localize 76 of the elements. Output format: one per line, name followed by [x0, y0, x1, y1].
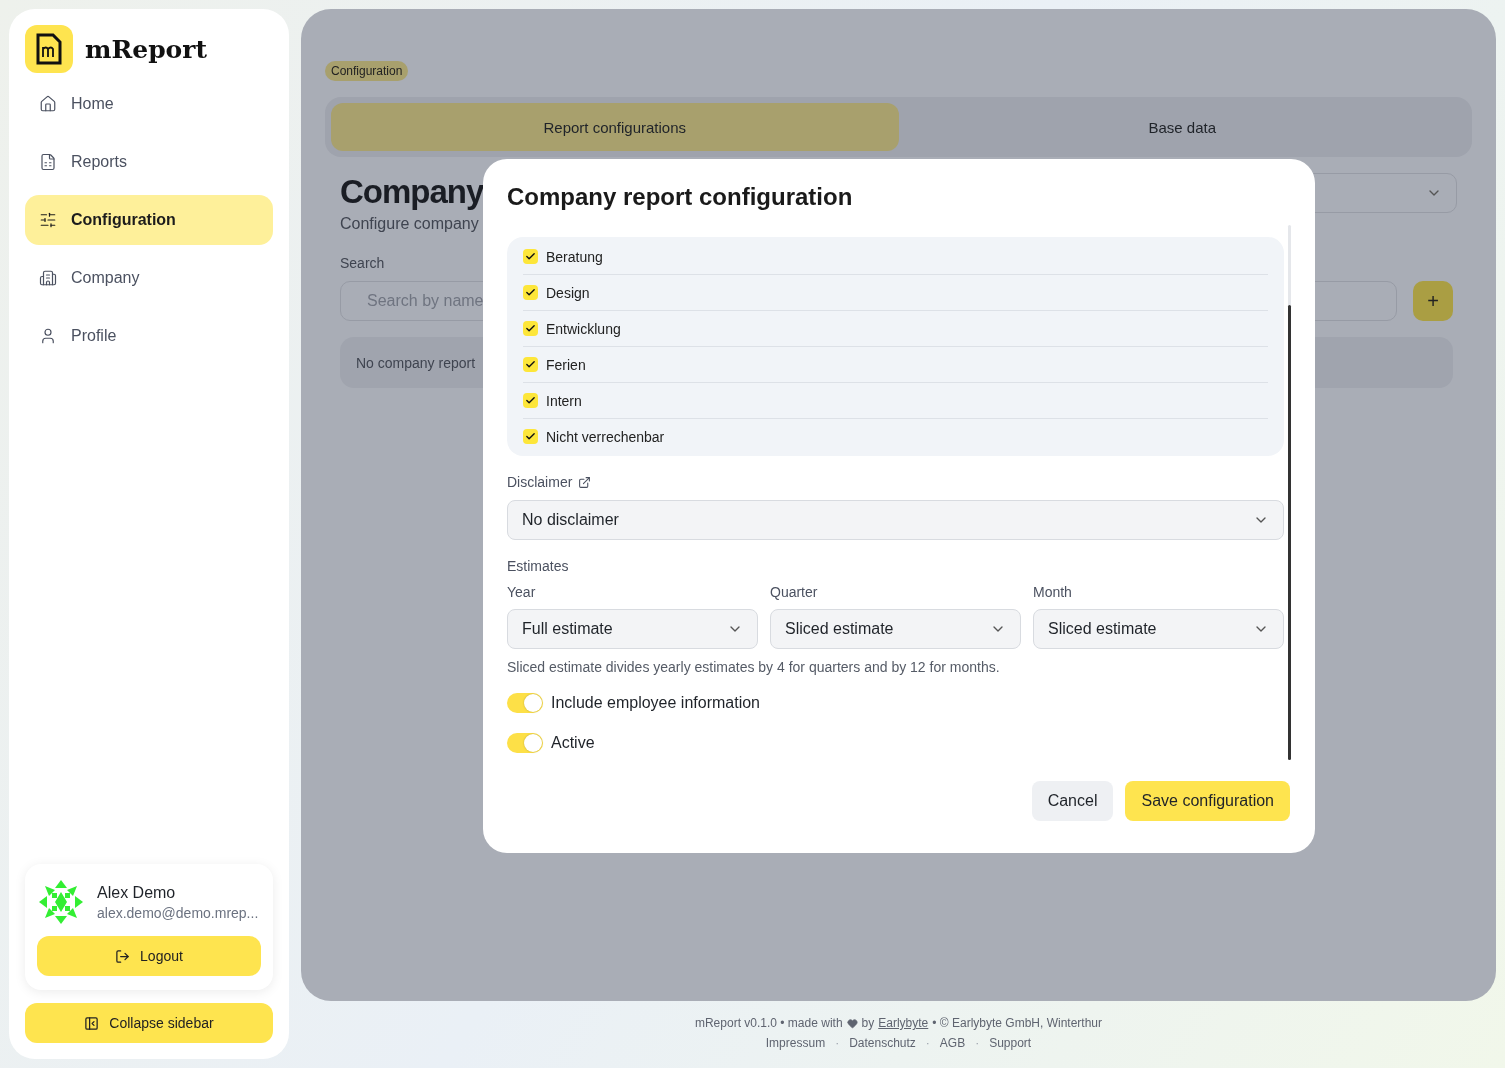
service-label: Entwicklung: [546, 320, 621, 337]
page-subtitle: Configure company: [340, 215, 480, 233]
check-icon: [525, 395, 536, 406]
save-button[interactable]: Save configuration: [1125, 781, 1290, 821]
service-label: Nicht verrechenbar: [546, 428, 665, 445]
footer-text: by: [861, 1016, 875, 1030]
checkbox[interactable]: [523, 321, 538, 336]
author-link[interactable]: Earlybyte: [878, 1016, 929, 1030]
external-link-icon[interactable]: [578, 475, 592, 489]
checkbox[interactable]: [523, 285, 538, 300]
footer-text: • © Earlybyte GmbH, Winterthur: [932, 1016, 1103, 1030]
breadcrumb[interactable]: Configuration: [325, 61, 409, 81]
nav-item[interactable]: Home: [25, 79, 273, 129]
check-icon: [525, 287, 536, 298]
footer-link[interactable]: AGB: [939, 1036, 966, 1050]
service-label: Intern: [546, 392, 582, 409]
logout-button[interactable]: Logout: [37, 936, 261, 976]
search-label: Search: [340, 255, 385, 271]
checkbox[interactable]: [523, 393, 538, 408]
logo-icon: [25, 25, 73, 73]
disclaimer-label: Disclaimer: [507, 474, 573, 490]
collapse-sidebar-button[interactable]: Collapse sidebar: [25, 1003, 273, 1043]
estimates-label: Estimates: [507, 558, 569, 574]
avatar-icon: [37, 878, 85, 926]
estimate-select[interactable]: Sliced estimate: [1033, 609, 1284, 649]
user-email: alex.demo@demo.mrep...: [97, 904, 259, 921]
service-label: Design: [546, 284, 590, 301]
logout-icon: [115, 948, 131, 964]
sliders-icon: [39, 211, 57, 229]
user-name: Alex Demo: [97, 883, 177, 902]
footer-link[interactable]: Datenschutz: [849, 1036, 916, 1050]
building-icon: [39, 269, 57, 287]
field-label: Month: [1033, 584, 1072, 600]
separator-dot: ·: [975, 1036, 980, 1050]
user-icon: [39, 327, 57, 345]
nav-item[interactable]: Configuration: [25, 195, 273, 245]
panel-icon: [84, 1015, 100, 1031]
estimate-select[interactable]: Full estimate: [507, 609, 758, 649]
checkbox[interactable]: [523, 429, 538, 444]
toggle-switch[interactable]: [507, 733, 543, 753]
nav-item[interactable]: Company: [25, 253, 273, 303]
spreadsheet-icon: [39, 153, 57, 171]
check-icon: [525, 251, 536, 262]
tab[interactable]: Report configurations: [331, 103, 899, 151]
heart-icon: [846, 1017, 858, 1029]
scrollbar[interactable]: [1288, 225, 1291, 760]
nav-item[interactable]: Profile: [25, 311, 273, 361]
estimate-select[interactable]: Sliced estimate: [770, 609, 1021, 649]
toggle-label: Include employee information: [551, 694, 760, 712]
home-icon: [39, 95, 57, 113]
help-text: Sliced estimate divides yearly estimates by 4 for quarters and by 12 for months.: [507, 659, 1001, 675]
page-heading: Company: [340, 173, 484, 211]
field-label: Quarter: [770, 584, 818, 600]
footer-link[interactable]: Impressum: [765, 1036, 826, 1050]
checkbox[interactable]: [523, 249, 538, 264]
service-label: Ferien: [546, 356, 586, 373]
toggle-switch[interactable]: [507, 693, 543, 713]
check-icon: [525, 431, 536, 442]
disclaimer-select[interactable]: No disclaimer: [507, 500, 1284, 540]
field-label: Year: [507, 584, 536, 600]
checkbox[interactable]: [523, 357, 538, 372]
toggle-label: Active: [551, 734, 595, 752]
dialog-title: Company report configuration: [507, 183, 854, 211]
check-icon: [525, 359, 536, 370]
separator-dot: ·: [925, 1036, 930, 1050]
check-icon: [525, 323, 536, 334]
footer-link[interactable]: Support: [989, 1036, 1032, 1050]
cancel-button[interactable]: Cancel: [1031, 781, 1114, 821]
empty-message: No company report: [356, 354, 476, 371]
separator-dot: ·: [835, 1036, 840, 1050]
footer-text: mReport v0.1.0 • made with: [694, 1016, 843, 1030]
tab[interactable]: Base data: [898, 103, 1466, 151]
add-button[interactable]: +: [1413, 281, 1453, 321]
brand-name: mReport: [85, 34, 207, 64]
nav-item[interactable]: Reports: [25, 137, 273, 187]
service-label: Beratung: [546, 248, 603, 265]
